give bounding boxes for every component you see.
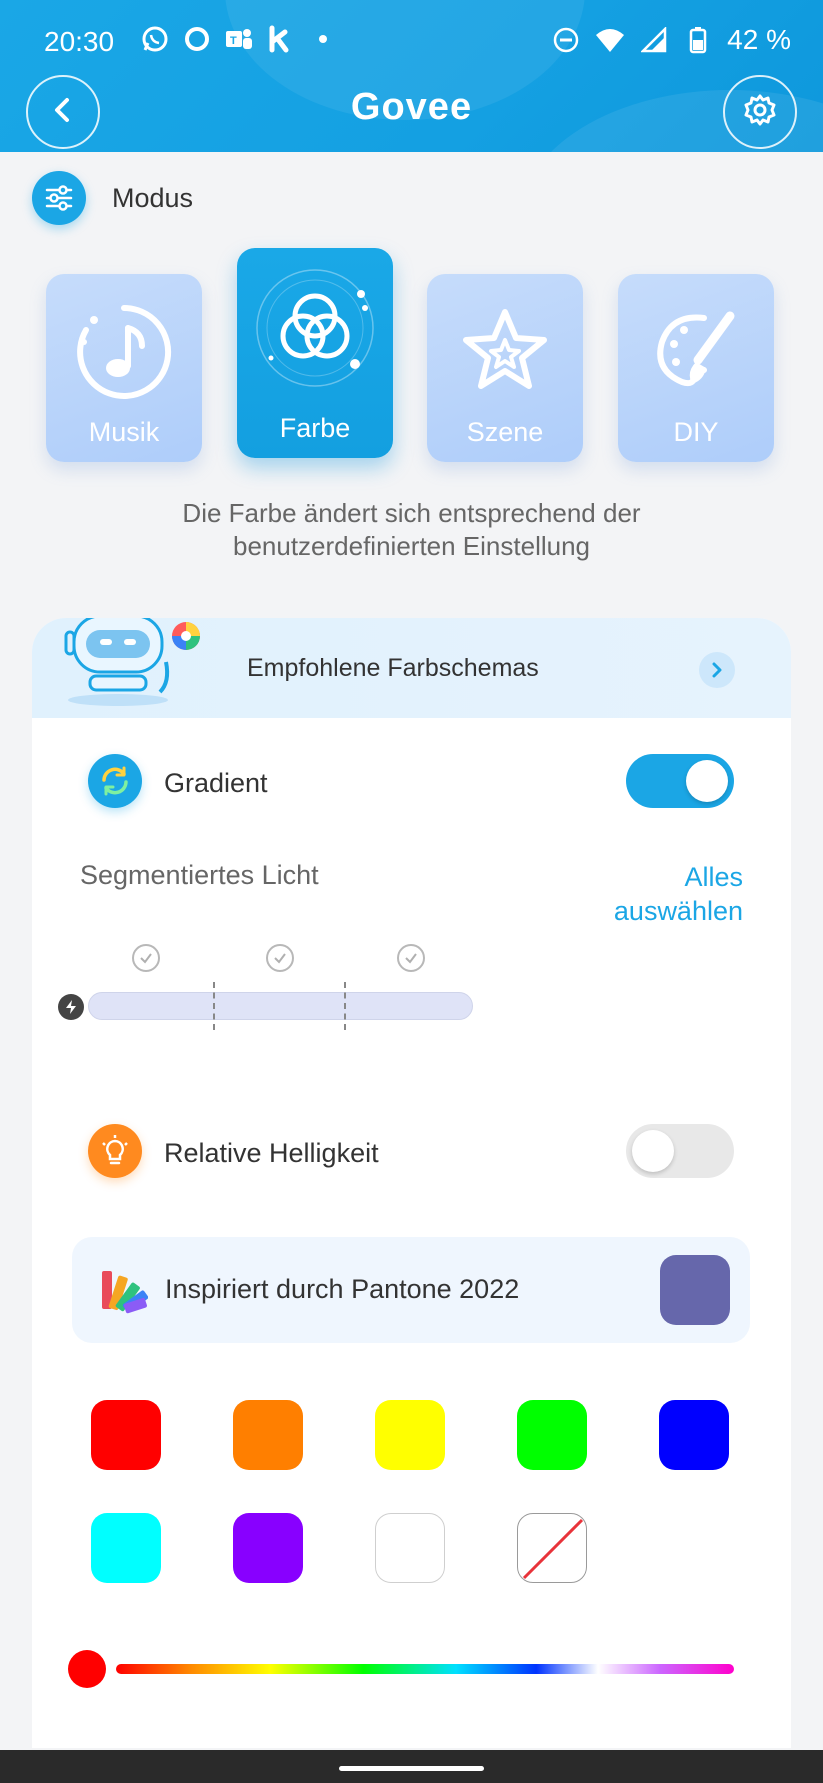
- hue-slider-thumb[interactable]: [68, 1650, 106, 1688]
- robot-icon: [64, 618, 200, 706]
- pantone-row[interactable]: Inspiriert durch Pantone 2022: [72, 1237, 750, 1343]
- mode-card-musik[interactable]: Musik: [46, 274, 202, 462]
- color-swatch-white[interactable]: [375, 1513, 445, 1583]
- mode-description: Die Farbe ändert sich entsprechend der b…: [182, 498, 641, 561]
- color-circles-icon: [256, 269, 374, 387]
- color-swatch-cyan[interactable]: [91, 1513, 161, 1583]
- toggle-knob: [632, 1130, 674, 1172]
- gradient-label: Gradient: [164, 768, 268, 798]
- sliders-icon: [32, 171, 86, 225]
- color-swatch-none[interactable]: [517, 1513, 587, 1583]
- color-swatch-blue[interactable]: [659, 1400, 729, 1470]
- color-swatch-red[interactable]: [91, 1400, 161, 1470]
- mode-selector: Musik Farbe Szene DIY: [46, 248, 776, 470]
- palette-icon: [657, 311, 735, 387]
- gradient-toggle[interactable]: [626, 754, 734, 808]
- mode-label: DIY: [673, 417, 719, 447]
- modus-section-header: Modus: [32, 170, 193, 226]
- battery-icon: [683, 25, 713, 55]
- chevron-right-icon: [699, 652, 735, 688]
- segmented-light-title: Segmentiertes Licht: [80, 860, 319, 890]
- signal-icon: [639, 25, 669, 55]
- svg-text:T: T: [230, 35, 237, 47]
- gradient-icon: [88, 754, 142, 808]
- mode-label: Farbe: [279, 413, 351, 443]
- settings-button[interactable]: [723, 75, 797, 149]
- hue-slider-track[interactable]: [116, 1664, 734, 1674]
- mode-card-szene[interactable]: Szene: [427, 274, 583, 462]
- status-bar: 20:30 T 42 %: [0, 18, 823, 66]
- music-icon: [77, 305, 172, 399]
- toggle-knob: [686, 760, 728, 802]
- color-settings-card: Empfohlene Farbschemas Gradient Segmenti…: [32, 618, 791, 1748]
- brand-logo: Govee: [350, 86, 473, 128]
- color-swatch-orange[interactable]: [233, 1400, 303, 1470]
- gear-icon: [742, 92, 778, 133]
- wifi-icon: [595, 25, 625, 55]
- segment-check-2[interactable]: [266, 944, 294, 972]
- select-all-link[interactable]: Alles auswählen: [583, 860, 743, 928]
- lightbulb-icon: [88, 1124, 142, 1178]
- segment-divider: [344, 982, 346, 1030]
- color-fan-icon: [102, 1271, 148, 1314]
- dnd-icon: [551, 25, 581, 55]
- power-plug-icon: [58, 994, 84, 1020]
- whatsapp-icon: [140, 24, 170, 54]
- star-icon: [463, 309, 547, 389]
- mode-card-farbe[interactable]: Farbe: [237, 248, 393, 458]
- battery-percent: 42 %: [727, 24, 791, 55]
- pantone-label: Inspiriert durch Pantone 2022: [165, 1274, 520, 1304]
- pantone-color-swatch[interactable]: [660, 1255, 730, 1325]
- home-gesture-handle[interactable]: [339, 1766, 484, 1771]
- status-time: 20:30: [44, 26, 115, 57]
- segment-check-1[interactable]: [132, 944, 160, 972]
- app-header: 20:30 T 42 % Govee: [0, 0, 823, 152]
- light-strip-segments[interactable]: [88, 992, 473, 1020]
- mode-label: Musik: [88, 417, 160, 447]
- recommended-schemes-label: Empfohlene Farbschemas: [247, 654, 539, 682]
- dot-icon: [308, 24, 338, 54]
- segment-check-3[interactable]: [397, 944, 425, 972]
- mode-card-diy[interactable]: DIY: [618, 274, 774, 462]
- recommended-schemes-banner[interactable]: Empfohlene Farbschemas: [32, 618, 791, 718]
- relative-brightness-toggle[interactable]: [626, 1124, 734, 1178]
- system-nav-bar: [0, 1750, 823, 1783]
- teams-icon: T: [224, 24, 254, 54]
- mode-label: Szene: [466, 417, 544, 447]
- relative-brightness-label: Relative Helligkeit: [164, 1138, 379, 1168]
- color-swatch-purple[interactable]: [233, 1513, 303, 1583]
- circle-app-icon: [182, 24, 212, 54]
- modus-label: Modus: [112, 182, 194, 213]
- k-app-icon: [266, 24, 296, 54]
- color-swatch-yellow[interactable]: [375, 1400, 445, 1470]
- color-swatch-green[interactable]: [517, 1400, 587, 1470]
- segment-divider: [213, 982, 215, 1030]
